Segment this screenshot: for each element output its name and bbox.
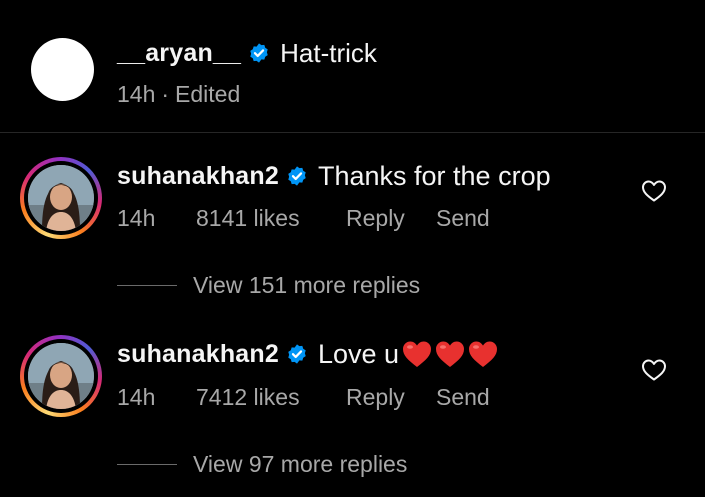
red-heart-icon <box>469 341 498 367</box>
view-replies-link[interactable]: View 97 more replies <box>117 449 407 479</box>
comment-line: suhanakhan2 Love u <box>117 336 500 372</box>
view-replies-text: View 151 more replies <box>193 271 421 298</box>
reply-button[interactable]: Reply <box>346 205 436 232</box>
commenter-avatar[interactable] <box>20 157 102 239</box>
poster-username[interactable]: __aryan__ <box>117 39 241 68</box>
commenter-username[interactable]: suhanakhan2 <box>117 340 279 369</box>
divider <box>0 132 705 133</box>
caption-line: __aryan__ Hat-trick <box>117 36 377 70</box>
likes-count[interactable]: 8141 likes <box>196 205 346 232</box>
profile-photo <box>28 343 94 409</box>
verified-badge-icon <box>286 165 308 187</box>
view-replies-link[interactable]: View 151 more replies <box>117 270 420 300</box>
red-heart-icon <box>403 341 432 367</box>
verified-badge-icon <box>248 42 270 64</box>
like-heart-icon[interactable] <box>641 179 667 203</box>
emoji-group <box>401 339 500 369</box>
comment-text: Thanks for the crop <box>317 160 551 191</box>
comment-timestamp: 14h <box>117 204 156 231</box>
comment-line: suhanakhan2 Thanks for the crop <box>117 158 551 194</box>
reply-button[interactable]: Reply <box>346 384 436 411</box>
caption-text: Hat-trick <box>280 37 377 68</box>
send-button[interactable]: Send <box>436 205 490 232</box>
like-heart-icon[interactable] <box>641 358 667 382</box>
meta-separator: · <box>161 81 170 107</box>
caption-meta: 14h · Edited <box>117 81 240 108</box>
comment-meta: 14h 7412 likes Reply Send <box>117 382 490 412</box>
likes-count[interactable]: 7412 likes <box>196 384 346 411</box>
replies-divider-line <box>117 463 177 465</box>
caption-timestamp: 14h <box>117 81 156 107</box>
profile-photo <box>28 165 94 231</box>
replies-divider-line <box>117 284 177 286</box>
verified-badge-icon <box>286 343 308 365</box>
view-replies-text: View 97 more replies <box>193 450 408 477</box>
comment-meta: 14h 8141 likes Reply Send <box>117 203 490 233</box>
comment-timestamp: 14h <box>117 383 156 410</box>
edited-label: Edited <box>175 81 241 107</box>
send-button[interactable]: Send <box>436 384 490 411</box>
poster-avatar[interactable] <box>31 38 94 101</box>
commenter-username[interactable]: suhanakhan2 <box>117 162 279 191</box>
post-caption: __aryan__ Hat-trick 14h · Edited <box>0 0 705 132</box>
comment-text: Love u <box>317 338 400 369</box>
red-heart-icon <box>436 341 465 367</box>
commenter-avatar[interactable] <box>20 335 102 417</box>
